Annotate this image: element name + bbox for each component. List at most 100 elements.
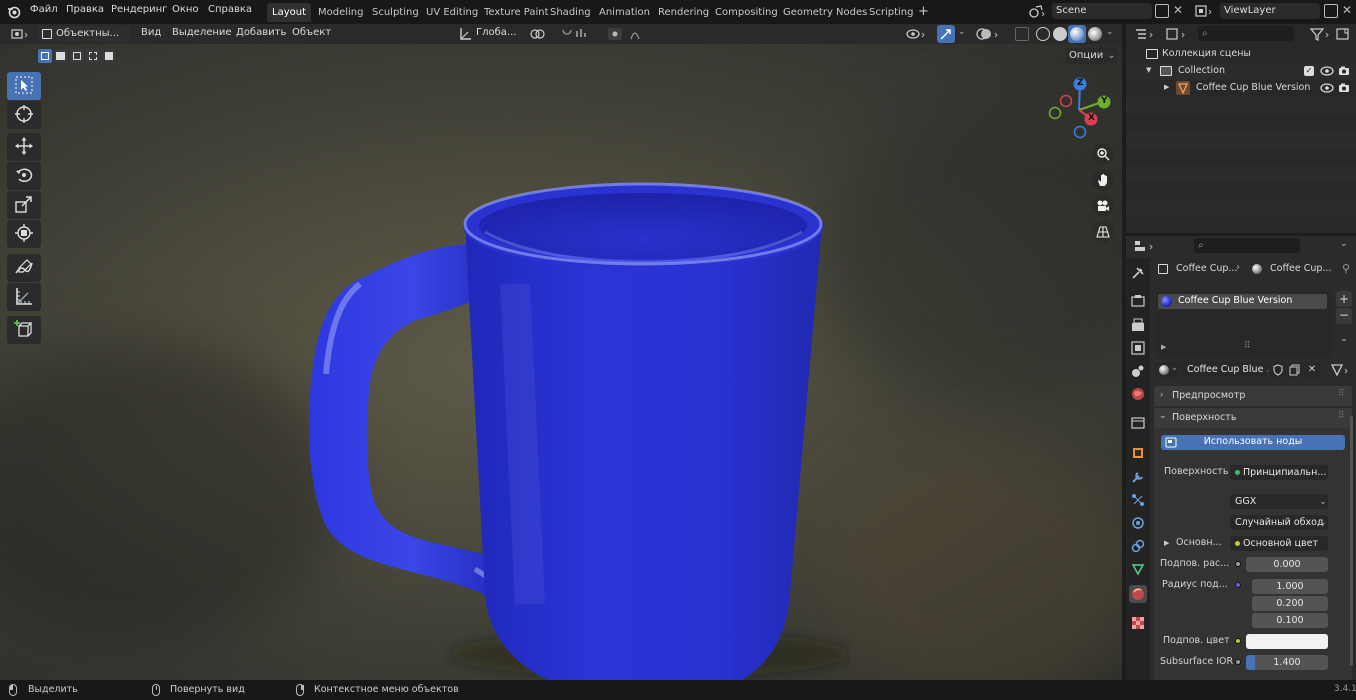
add-slot-icon[interactable]: +	[1336, 291, 1352, 307]
base-color-input[interactable]: Основной цвет	[1230, 536, 1328, 551]
navigation-gizmo[interactable]: Z Y X	[1042, 74, 1114, 146]
distribution-dropdown[interactable]: GGX ⌄	[1230, 494, 1328, 509]
new-collection-icon[interactable]	[1336, 27, 1350, 41]
menu-add[interactable]: Добавить	[236, 27, 286, 38]
expand-arrow-icon[interactable]: ▼	[1146, 66, 1151, 74]
tool-annotate[interactable]	[7, 254, 41, 282]
surface-drag-handle-icon[interactable]: ⠿	[1338, 411, 1345, 421]
camera-view-icon[interactable]	[1092, 195, 1114, 217]
pin-icon[interactable]: ⚲	[1342, 262, 1350, 275]
subsurface-ior-socket-icon[interactable]	[1235, 659, 1241, 665]
snap-icon[interactable]	[560, 27, 598, 41]
data-triangle-icon[interactable]	[1131, 562, 1145, 576]
texture-checker-icon[interactable]	[1131, 616, 1145, 630]
view-layer-field[interactable]: ViewLayer	[1220, 3, 1320, 19]
collection-tab-icon[interactable]	[1131, 416, 1145, 430]
tab-modeling[interactable]: Modeling	[313, 3, 369, 22]
outliner-editor-icon[interactable]	[1134, 27, 1158, 41]
rendered-shading-icon[interactable]	[1088, 27, 1102, 41]
visibility-icon[interactable]	[906, 27, 932, 41]
properties-search-input[interactable]: ⌕	[1194, 238, 1300, 253]
menu-view[interactable]: Вид	[141, 27, 161, 38]
material-slot-list[interactable]: Coffee Cup Blue Version ▶ ⠿	[1156, 291, 1331, 357]
scene-field[interactable]: Scene	[1052, 3, 1152, 19]
tool-scale[interactable]	[7, 191, 41, 219]
tool-select-box[interactable]	[7, 72, 41, 100]
view-layer-tab-icon[interactable]	[1131, 341, 1145, 355]
tab-layout[interactable]: Layout	[267, 3, 311, 22]
select-mode-intersect-icon[interactable]	[102, 49, 116, 63]
outliner-row-object[interactable]: ▶ Coffee Cup Blue Version	[1126, 80, 1356, 97]
options-dropdown[interactable]: Опции ⌄	[1065, 48, 1117, 64]
tool-add-cube[interactable]	[7, 316, 41, 344]
collection-render-camera-icon[interactable]	[1338, 66, 1350, 76]
filter-icon[interactable]	[1309, 27, 1334, 41]
object-tab-icon[interactable]	[1131, 446, 1145, 460]
tool-rotate[interactable]	[7, 162, 41, 190]
tab-animation[interactable]: Animation	[594, 3, 655, 22]
tool-measure[interactable]	[7, 283, 41, 311]
properties-scrollbar[interactable]	[1350, 416, 1353, 666]
menu-select[interactable]: Выделение	[172, 27, 232, 38]
object-expand-arrow-icon[interactable]: ▶	[1164, 83, 1169, 91]
tool-move[interactable]	[7, 133, 41, 161]
coffee-cup-object[interactable]	[280, 124, 850, 680]
material-name-field[interactable]: Coffee Cup Blue ...	[1182, 362, 1268, 377]
remove-slot-icon[interactable]: −	[1336, 308, 1352, 324]
select-mode-set-icon[interactable]	[38, 49, 52, 63]
tab-sculpting[interactable]: Sculpting	[367, 3, 424, 22]
radius-z-field[interactable]: 0.100	[1252, 613, 1328, 628]
fake-user-shield-icon[interactable]	[1270, 362, 1286, 378]
browse-material-icon[interactable]: ⌄	[1156, 362, 1180, 378]
tool-transform[interactable]	[7, 220, 41, 248]
material-slot-row[interactable]: Coffee Cup Blue Version	[1158, 294, 1327, 309]
pan-hand-icon[interactable]	[1092, 169, 1114, 191]
xray-icon[interactable]	[1015, 27, 1029, 41]
gizmo-toggle-icon[interactable]	[937, 25, 955, 43]
shading-dropdown-icon[interactable]: ⌄	[1106, 27, 1114, 37]
subsurface-color-swatch[interactable]	[1246, 634, 1328, 649]
outliner-search-input[interactable]: ⌕	[1198, 26, 1294, 41]
solid-shading-icon[interactable]	[1053, 27, 1067, 41]
slot-list-resize-icon[interactable]: ⠿	[1244, 341, 1251, 351]
world-tab-icon[interactable]	[1131, 387, 1145, 401]
link-type-icon[interactable]	[1330, 362, 1352, 378]
tab-geometry-nodes[interactable]: Geometry Nodes	[778, 3, 872, 22]
breadcrumb-object[interactable]: Coffee Cup...	[1176, 263, 1237, 274]
select-mode-extend-icon[interactable]	[54, 49, 68, 63]
select-mode-invert-icon[interactable]	[86, 49, 100, 63]
tab-shading[interactable]: Shading	[545, 3, 596, 22]
gizmo-dropdown-icon[interactable]: ⌄	[958, 27, 966, 37]
blender-logo-icon[interactable]	[7, 5, 21, 19]
pivot-icon[interactable]	[530, 27, 552, 41]
menu-file[interactable]: Файл	[30, 4, 58, 15]
surface-shader-dropdown[interactable]: Принципиальн...	[1230, 465, 1328, 480]
menu-render[interactable]: Рендеринг	[111, 4, 167, 15]
transform-orientation-dropdown[interactable]: Глоба...	[476, 27, 516, 38]
subsurface-ior-field[interactable]: 1.400	[1246, 655, 1328, 670]
outliner-row-scene-collection[interactable]: Коллекция сцены	[1126, 46, 1356, 63]
outliner-row-collection[interactable]: ▼ Collection ✓	[1126, 63, 1356, 80]
new-view-layer-icon[interactable]	[1324, 4, 1338, 18]
use-nodes-button[interactable]: Использовать ноды	[1161, 435, 1345, 450]
add-workspace-icon[interactable]: +	[913, 3, 934, 22]
menu-edit[interactable]: Правка	[66, 4, 104, 15]
display-mode-icon[interactable]	[1166, 27, 1190, 41]
output-tab-icon[interactable]	[1131, 318, 1145, 332]
menu-help[interactable]: Справка	[208, 4, 252, 15]
tool-cursor[interactable]	[7, 101, 41, 129]
tab-texture-paint[interactable]: Texture Paint	[479, 3, 554, 22]
preview-panel-header[interactable]: › Предпросмотр ⠿	[1154, 386, 1352, 406]
tab-compositing[interactable]: Compositing	[710, 3, 783, 22]
constraints-tab-icon[interactable]	[1131, 539, 1145, 553]
menu-object[interactable]: Объект	[292, 27, 331, 38]
unlink-material-icon[interactable]: ✕	[1304, 362, 1320, 378]
properties-options-icon[interactable]: ⌄	[1340, 239, 1348, 249]
object-render-camera-icon[interactable]	[1338, 83, 1350, 93]
3d-viewport[interactable]: Опции ⌄ Z Y X	[0, 44, 1122, 680]
subsurface-color-socket-icon[interactable]	[1235, 638, 1241, 644]
delete-scene-icon[interactable]: ✕	[1173, 3, 1183, 17]
radius-y-field[interactable]: 0.200	[1252, 596, 1328, 611]
render-tab-icon[interactable]	[1131, 294, 1145, 308]
modifier-wrench-icon[interactable]	[1131, 470, 1145, 484]
